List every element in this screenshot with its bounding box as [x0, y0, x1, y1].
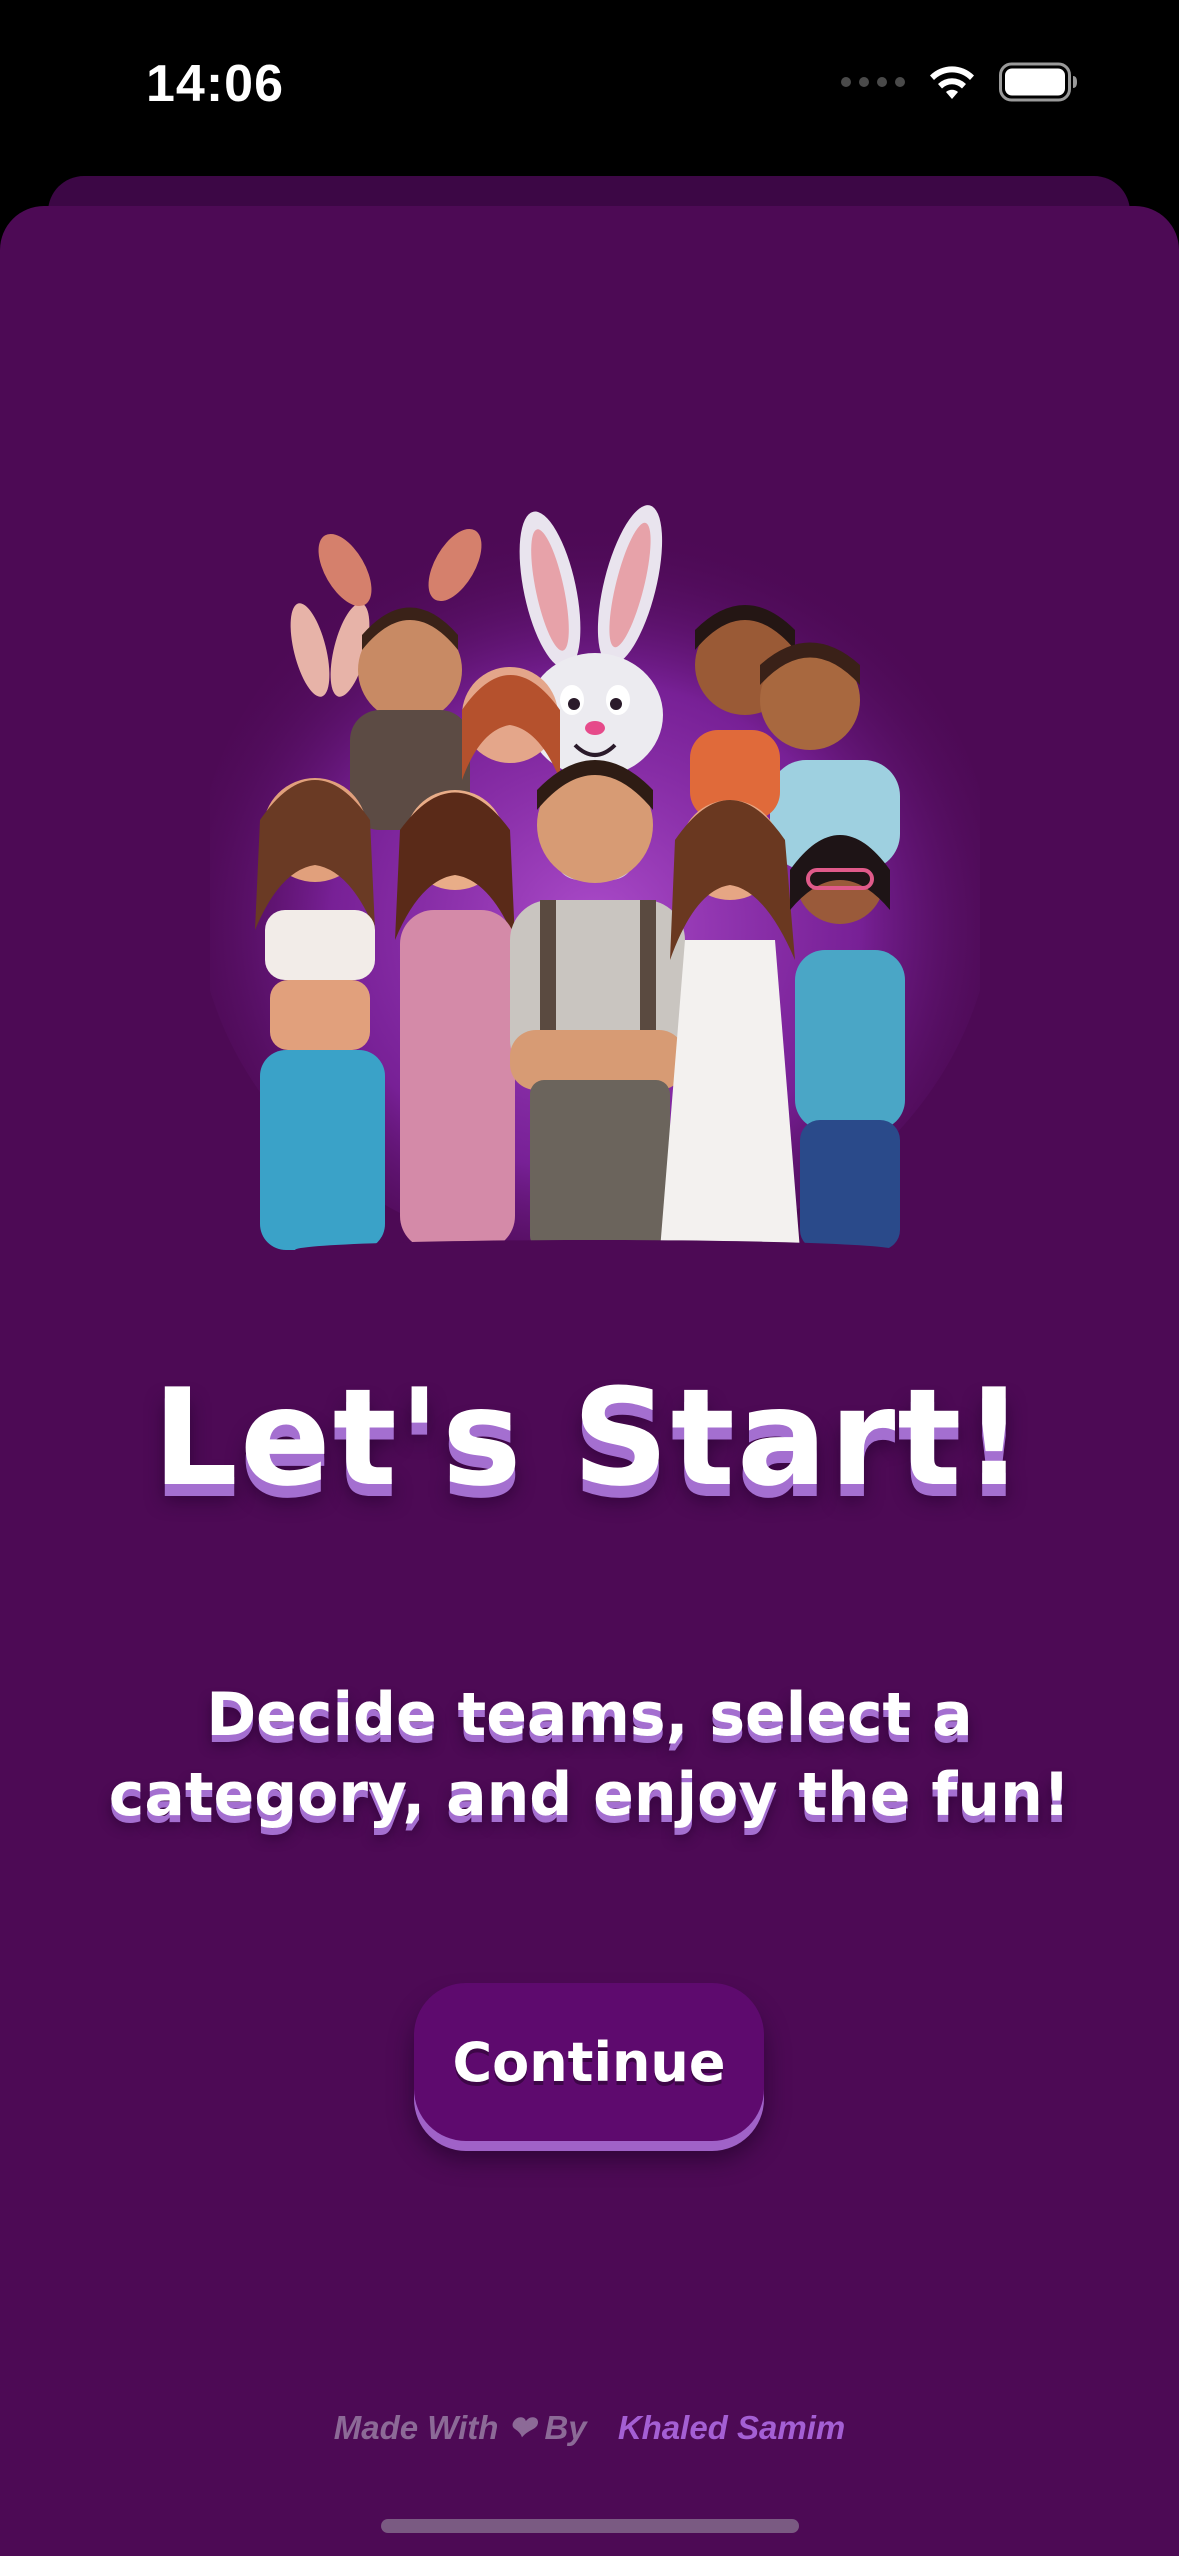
footer-author-link[interactable]: Khaled Samim [618, 2409, 845, 2446]
home-indicator[interactable] [381, 2519, 799, 2533]
heart-icon: ❤ [507, 2409, 536, 2446]
footer-credits: Made With ❤ By Khaled Samim [0, 2408, 1179, 2447]
wifi-icon [930, 66, 974, 99]
cellular-signal-icon [841, 77, 905, 87]
status-bar: 14:06 [0, 0, 1179, 175]
status-time: 14:06 [146, 55, 284, 113]
page-subtitle: Decide teams, select a category, and enj… [108, 1680, 1071, 1830]
footer-made-with: Made With ❤ By [334, 2409, 596, 2446]
footer-by-text: By [544, 2409, 587, 2446]
status-icons [841, 62, 1079, 102]
continue-button-label: Continue [452, 2030, 726, 2094]
battery-icon [999, 62, 1077, 102]
page-title: Let's Start! [152, 1360, 1027, 1516]
hero-illustration [210, 505, 980, 1250]
continue-button[interactable]: Continue [414, 1983, 764, 2141]
footer-made-with-text: Made With [333, 2409, 499, 2446]
